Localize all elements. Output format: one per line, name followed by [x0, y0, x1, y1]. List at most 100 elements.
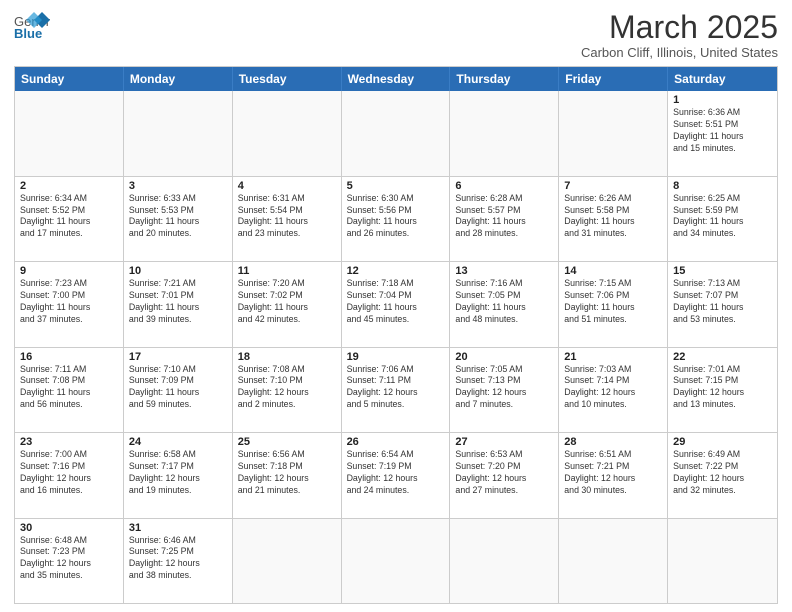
calendar-cell-r3-c4: 20Sunrise: 7:05 AM Sunset: 7:13 PM Dayli… [450, 348, 559, 432]
day-number-26: 26 [347, 436, 445, 448]
day-number-1: 1 [673, 94, 772, 106]
calendar-row-3: 16Sunrise: 7:11 AM Sunset: 7:08 PM Dayli… [15, 347, 777, 432]
calendar-row-0: 1Sunrise: 6:36 AM Sunset: 5:51 PM Daylig… [15, 91, 777, 175]
calendar-cell-r2-c1: 10Sunrise: 7:21 AM Sunset: 7:01 PM Dayli… [124, 262, 233, 346]
calendar-cell-r0-c2 [233, 91, 342, 175]
day-number-22: 22 [673, 351, 772, 363]
sun-info-31: Sunrise: 6:46 AM Sunset: 7:25 PM Dayligh… [129, 535, 227, 583]
calendar: Sunday Monday Tuesday Wednesday Thursday… [14, 66, 778, 604]
calendar-cell-r3-c6: 22Sunrise: 7:01 AM Sunset: 7:15 PM Dayli… [668, 348, 777, 432]
sun-info-3: Sunrise: 6:33 AM Sunset: 5:53 PM Dayligh… [129, 193, 227, 241]
header-thursday: Thursday [450, 67, 559, 91]
sun-info-17: Sunrise: 7:10 AM Sunset: 7:09 PM Dayligh… [129, 364, 227, 412]
calendar-cell-r0-c1 [124, 91, 233, 175]
calendar-cell-r0-c4 [450, 91, 559, 175]
day-number-28: 28 [564, 436, 662, 448]
sun-info-20: Sunrise: 7:05 AM Sunset: 7:13 PM Dayligh… [455, 364, 553, 412]
month-title: March 2025 [581, 10, 778, 45]
sun-info-29: Sunrise: 6:49 AM Sunset: 7:22 PM Dayligh… [673, 449, 772, 497]
day-number-29: 29 [673, 436, 772, 448]
sun-info-30: Sunrise: 6:48 AM Sunset: 7:23 PM Dayligh… [20, 535, 118, 583]
calendar-cell-r4-c6: 29Sunrise: 6:49 AM Sunset: 7:22 PM Dayli… [668, 433, 777, 517]
calendar-cell-r1-c0: 2Sunrise: 6:34 AM Sunset: 5:52 PM Daylig… [15, 177, 124, 261]
header-sunday: Sunday [15, 67, 124, 91]
sun-info-7: Sunrise: 6:26 AM Sunset: 5:58 PM Dayligh… [564, 193, 662, 241]
generalblue-logo-icon: General Blue [14, 10, 50, 40]
calendar-cell-r5-c3 [342, 519, 451, 603]
location: Carbon Cliff, Illinois, United States [581, 45, 778, 60]
day-number-20: 20 [455, 351, 553, 363]
day-number-14: 14 [564, 265, 662, 277]
sun-info-4: Sunrise: 6:31 AM Sunset: 5:54 PM Dayligh… [238, 193, 336, 241]
calendar-cell-r0-c5 [559, 91, 668, 175]
calendar-cell-r1-c3: 5Sunrise: 6:30 AM Sunset: 5:56 PM Daylig… [342, 177, 451, 261]
calendar-cell-r0-c6: 1Sunrise: 6:36 AM Sunset: 5:51 PM Daylig… [668, 91, 777, 175]
day-number-15: 15 [673, 265, 772, 277]
sun-info-5: Sunrise: 6:30 AM Sunset: 5:56 PM Dayligh… [347, 193, 445, 241]
calendar-cell-r2-c2: 11Sunrise: 7:20 AM Sunset: 7:02 PM Dayli… [233, 262, 342, 346]
svg-text:Blue: Blue [14, 26, 42, 40]
calendar-cell-r5-c0: 30Sunrise: 6:48 AM Sunset: 7:23 PM Dayli… [15, 519, 124, 603]
calendar-row-1: 2Sunrise: 6:34 AM Sunset: 5:52 PM Daylig… [15, 176, 777, 261]
day-number-7: 7 [564, 180, 662, 192]
calendar-cell-r3-c1: 17Sunrise: 7:10 AM Sunset: 7:09 PM Dayli… [124, 348, 233, 432]
sun-info-1: Sunrise: 6:36 AM Sunset: 5:51 PM Dayligh… [673, 107, 772, 155]
calendar-cell-r5-c6 [668, 519, 777, 603]
title-block: March 2025 Carbon Cliff, Illinois, Unite… [581, 10, 778, 60]
sun-info-25: Sunrise: 6:56 AM Sunset: 7:18 PM Dayligh… [238, 449, 336, 497]
day-number-11: 11 [238, 265, 336, 277]
calendar-row-2: 9Sunrise: 7:23 AM Sunset: 7:00 PM Daylig… [15, 261, 777, 346]
day-number-30: 30 [20, 522, 118, 534]
calendar-body: 1Sunrise: 6:36 AM Sunset: 5:51 PM Daylig… [15, 91, 777, 603]
calendar-cell-r1-c4: 6Sunrise: 6:28 AM Sunset: 5:57 PM Daylig… [450, 177, 559, 261]
sun-info-13: Sunrise: 7:16 AM Sunset: 7:05 PM Dayligh… [455, 278, 553, 326]
day-number-8: 8 [673, 180, 772, 192]
calendar-cell-r3-c5: 21Sunrise: 7:03 AM Sunset: 7:14 PM Dayli… [559, 348, 668, 432]
day-number-25: 25 [238, 436, 336, 448]
sun-info-26: Sunrise: 6:54 AM Sunset: 7:19 PM Dayligh… [347, 449, 445, 497]
calendar-cell-r1-c1: 3Sunrise: 6:33 AM Sunset: 5:53 PM Daylig… [124, 177, 233, 261]
day-number-16: 16 [20, 351, 118, 363]
sun-info-19: Sunrise: 7:06 AM Sunset: 7:11 PM Dayligh… [347, 364, 445, 412]
calendar-cell-r0-c0 [15, 91, 124, 175]
sun-info-15: Sunrise: 7:13 AM Sunset: 7:07 PM Dayligh… [673, 278, 772, 326]
sun-info-6: Sunrise: 6:28 AM Sunset: 5:57 PM Dayligh… [455, 193, 553, 241]
day-number-4: 4 [238, 180, 336, 192]
calendar-cell-r2-c5: 14Sunrise: 7:15 AM Sunset: 7:06 PM Dayli… [559, 262, 668, 346]
header-wednesday: Wednesday [342, 67, 451, 91]
sun-info-9: Sunrise: 7:23 AM Sunset: 7:00 PM Dayligh… [20, 278, 118, 326]
day-number-3: 3 [129, 180, 227, 192]
day-number-23: 23 [20, 436, 118, 448]
day-number-10: 10 [129, 265, 227, 277]
calendar-cell-r0-c3 [342, 91, 451, 175]
calendar-cell-r5-c1: 31Sunrise: 6:46 AM Sunset: 7:25 PM Dayli… [124, 519, 233, 603]
calendar-cell-r4-c3: 26Sunrise: 6:54 AM Sunset: 7:19 PM Dayli… [342, 433, 451, 517]
day-number-24: 24 [129, 436, 227, 448]
day-number-17: 17 [129, 351, 227, 363]
day-number-19: 19 [347, 351, 445, 363]
day-number-27: 27 [455, 436, 553, 448]
sun-info-22: Sunrise: 7:01 AM Sunset: 7:15 PM Dayligh… [673, 364, 772, 412]
sun-info-28: Sunrise: 6:51 AM Sunset: 7:21 PM Dayligh… [564, 449, 662, 497]
logo: General Blue [14, 10, 50, 40]
day-number-31: 31 [129, 522, 227, 534]
day-number-18: 18 [238, 351, 336, 363]
header-saturday: Saturday [668, 67, 777, 91]
calendar-row-4: 23Sunrise: 7:00 AM Sunset: 7:16 PM Dayli… [15, 432, 777, 517]
calendar-cell-r2-c6: 15Sunrise: 7:13 AM Sunset: 7:07 PM Dayli… [668, 262, 777, 346]
day-number-9: 9 [20, 265, 118, 277]
day-number-13: 13 [455, 265, 553, 277]
header-monday: Monday [124, 67, 233, 91]
day-number-21: 21 [564, 351, 662, 363]
sun-info-18: Sunrise: 7:08 AM Sunset: 7:10 PM Dayligh… [238, 364, 336, 412]
sun-info-10: Sunrise: 7:21 AM Sunset: 7:01 PM Dayligh… [129, 278, 227, 326]
calendar-cell-r4-c2: 25Sunrise: 6:56 AM Sunset: 7:18 PM Dayli… [233, 433, 342, 517]
day-number-6: 6 [455, 180, 553, 192]
calendar-cell-r3-c3: 19Sunrise: 7:06 AM Sunset: 7:11 PM Dayli… [342, 348, 451, 432]
sun-info-21: Sunrise: 7:03 AM Sunset: 7:14 PM Dayligh… [564, 364, 662, 412]
header: General Blue March 2025 Carbon Cliff, Il… [14, 10, 778, 60]
page: General Blue March 2025 Carbon Cliff, Il… [0, 0, 792, 612]
calendar-header: Sunday Monday Tuesday Wednesday Thursday… [15, 67, 777, 91]
calendar-cell-r1-c2: 4Sunrise: 6:31 AM Sunset: 5:54 PM Daylig… [233, 177, 342, 261]
calendar-cell-r2-c0: 9Sunrise: 7:23 AM Sunset: 7:00 PM Daylig… [15, 262, 124, 346]
